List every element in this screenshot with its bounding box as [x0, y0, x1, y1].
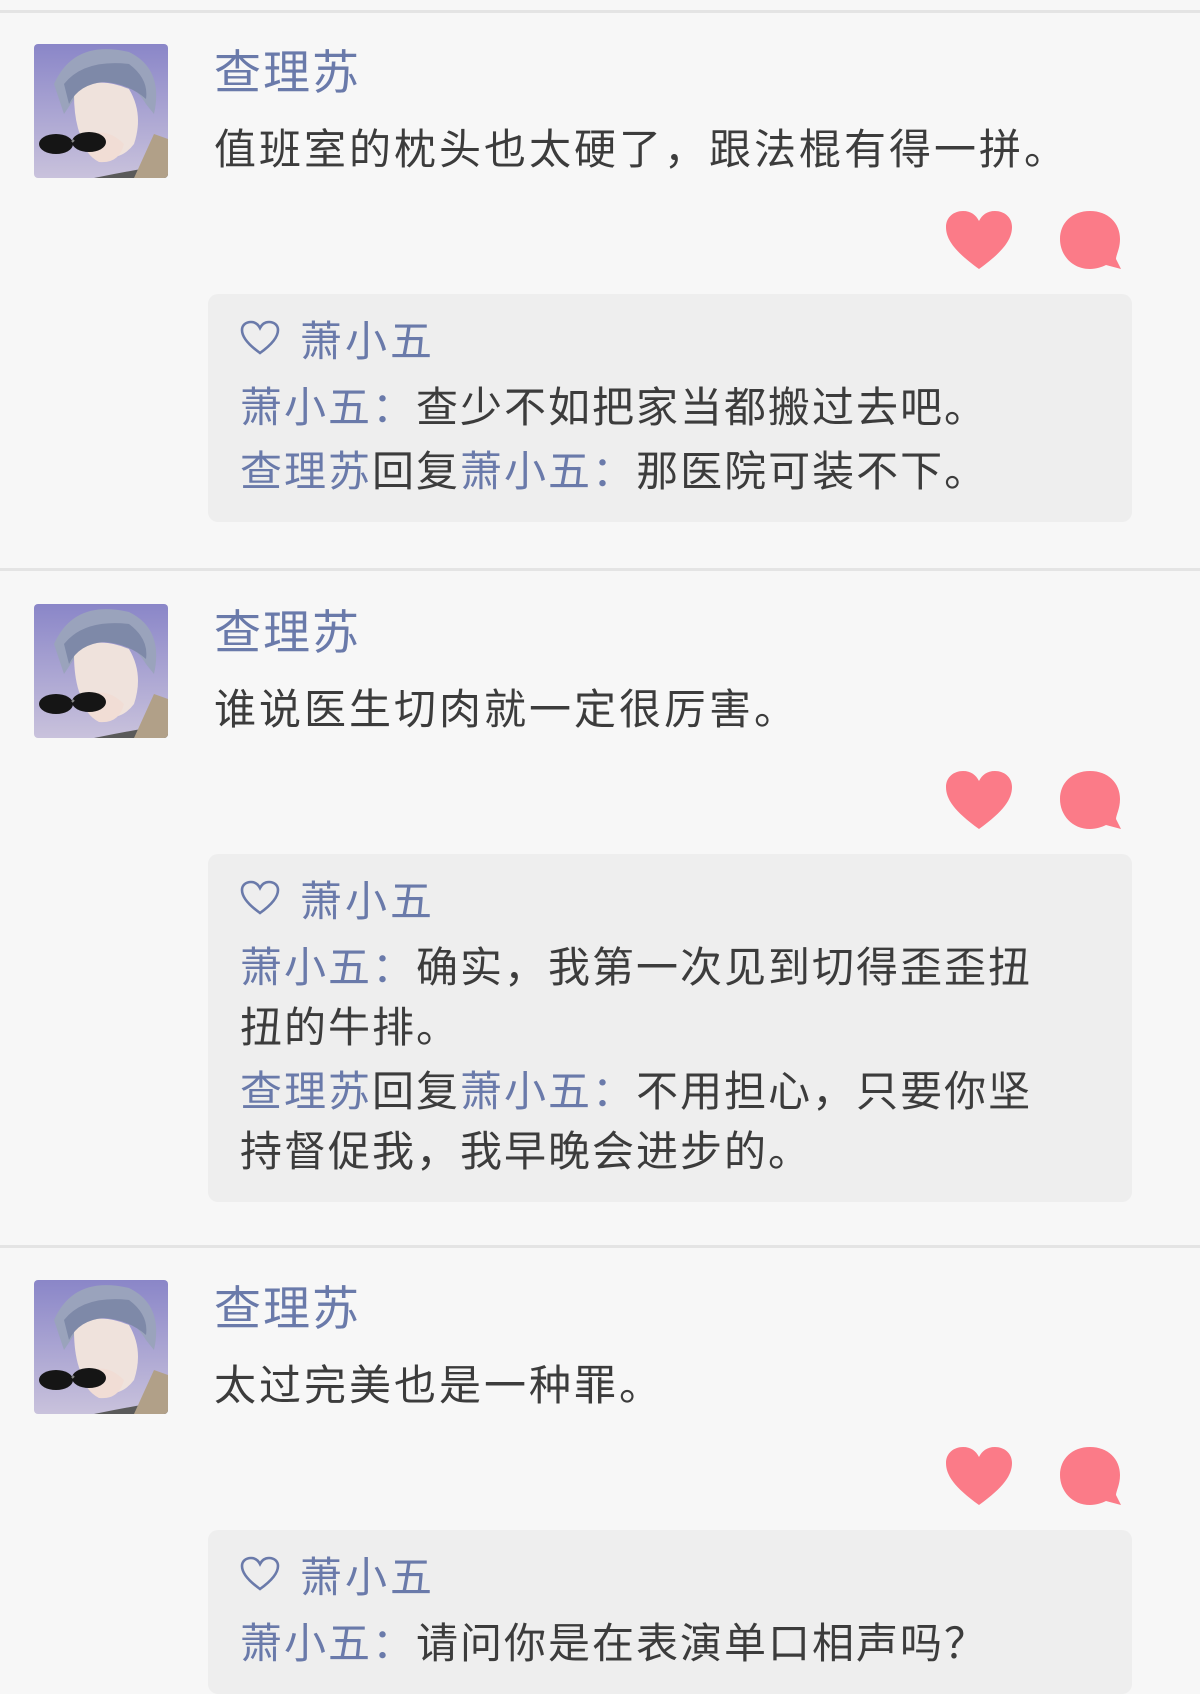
heart-outline-icon	[240, 320, 280, 356]
comment-text: 查少不如把家当都搬过去吧。	[416, 383, 989, 432]
comment-colon: ：	[592, 447, 637, 496]
liker-name[interactable]: 萧小五	[300, 1544, 435, 1605]
comment-text: 确实，我第一次见到切得歪歪扭	[416, 943, 1033, 992]
comment-author[interactable]: 萧小五	[240, 1619, 372, 1668]
heart-outline-icon	[240, 1556, 280, 1592]
comment-author[interactable]: 查理苏	[240, 1067, 372, 1116]
reply-target[interactable]: 萧小五	[460, 447, 592, 496]
comment-bubble-icon	[1060, 211, 1121, 269]
likes-row: 萧小五	[240, 1546, 1096, 1602]
comment-line[interactable]: 查理苏回复萧小五：那医院可装不下。	[240, 442, 1096, 502]
reply-word: 回复	[372, 1067, 461, 1116]
reply-target[interactable]: 萧小五	[460, 1067, 592, 1116]
reply-box: 萧小五 萧小五：查少不如把家当都搬过去吧。 查理苏回复萧小五：那医院可装不下。	[208, 294, 1132, 522]
comment-line[interactable]: 查理苏回复萧小五：不用担心，只要你坚持督促我，我早晚会进步的。	[240, 1062, 1096, 1182]
like-button[interactable]	[944, 1445, 1014, 1509]
comment-text: 请问你是在表演单口相声吗？	[416, 1619, 989, 1668]
avatar[interactable]	[34, 1280, 168, 1414]
post-author[interactable]: 查理苏	[214, 44, 361, 104]
post-text: 太过完美也是一种罪。	[214, 1361, 665, 1410]
comment-line[interactable]: 萧小五：请问你是在表演单口相声吗？	[240, 1614, 1096, 1674]
comment-line[interactable]: 萧小五：查少不如把家当都搬过去吧。	[240, 378, 1096, 438]
post-text: 谁说医生切肉就一定很厉害。	[214, 685, 800, 734]
avatar[interactable]	[34, 44, 168, 178]
heart-icon	[946, 771, 1012, 829]
top-divider	[0, 10, 1200, 13]
comment-colon: ：	[372, 1619, 417, 1668]
comment-bubble-icon	[1060, 1447, 1121, 1505]
reply-box: 萧小五 萧小五：请问你是在表演单口相声吗？	[208, 1530, 1132, 1694]
likes-row: 萧小五	[240, 870, 1096, 926]
comment-colon: ：	[592, 1067, 637, 1116]
like-button[interactable]	[944, 769, 1014, 833]
post-author[interactable]: 查理苏	[214, 604, 361, 664]
reply-box: 萧小五 萧小五：确实，我第一次见到切得歪歪扭 扭的牛排。 查理苏回复萧小五：不用担…	[208, 854, 1132, 1202]
comment-line[interactable]: 萧小五：确实，我第一次见到切得歪歪扭扭的牛排。	[240, 938, 1096, 1058]
comment-author[interactable]: 萧小五	[240, 943, 372, 992]
post-author[interactable]: 查理苏	[214, 1280, 361, 1340]
liker-name[interactable]: 萧小五	[300, 308, 435, 369]
comment-button[interactable]	[1058, 769, 1124, 833]
comment-colon: ：	[372, 383, 417, 432]
likes-row: 萧小五	[240, 310, 1096, 366]
comment-text: 不用担心，只要你坚	[636, 1067, 1033, 1116]
heart-icon	[946, 1447, 1012, 1505]
comment-text-continued: 持督促我，我早晚会进步的。	[240, 1127, 813, 1176]
comment-author[interactable]: 萧小五	[240, 383, 372, 432]
comment-button[interactable]	[1058, 1445, 1124, 1509]
comment-author[interactable]: 查理苏	[240, 447, 372, 496]
avatar[interactable]	[34, 604, 168, 738]
post-divider	[0, 568, 1200, 571]
heart-icon	[946, 211, 1012, 269]
comment-colon: ：	[372, 943, 417, 992]
comment-bubble-icon	[1060, 771, 1121, 829]
post-divider	[0, 1245, 1200, 1248]
heart-outline-icon	[240, 880, 280, 916]
comment-text: 那医院可装不下。	[636, 447, 989, 496]
reply-word: 回复	[372, 447, 461, 496]
comment-button[interactable]	[1058, 209, 1124, 273]
post-text: 值班室的枕头也太硬了，跟法棍有得一拼。	[214, 125, 1070, 174]
like-button[interactable]	[944, 209, 1014, 273]
comment-text-continued: 扭的牛排。	[240, 1003, 461, 1052]
liker-name[interactable]: 萧小五	[300, 868, 435, 929]
